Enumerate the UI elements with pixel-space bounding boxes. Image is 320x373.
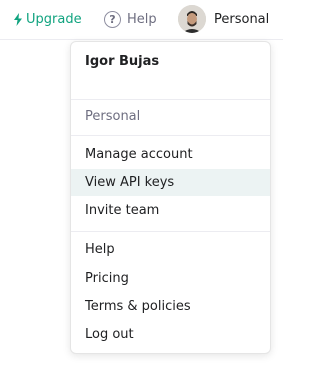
menu-item-label: Log out: [85, 327, 134, 342]
account-dropdown-menu: Igor Bujas Personal Manage account View …: [70, 41, 271, 354]
menu-item-terms-policies[interactable]: Terms & policies: [71, 293, 270, 320]
top-navigation-bar: Upgrade ? Help Personal: [0, 0, 283, 40]
menu-item-pricing[interactable]: Pricing: [71, 265, 270, 292]
upgrade-link[interactable]: Upgrade: [13, 10, 82, 28]
user-name: Igor Bujas: [85, 54, 160, 69]
menu-item-log-out[interactable]: Log out: [71, 321, 270, 348]
avatar: [178, 5, 206, 33]
menu-item-label: Terms & policies: [85, 299, 191, 314]
help-label: Help: [127, 11, 157, 27]
organization-name: Personal: [85, 109, 141, 124]
menu-item-label: View API keys: [85, 175, 175, 190]
menu-item-label: Manage account: [85, 147, 193, 162]
question-circle-icon: ?: [104, 10, 121, 28]
lightning-bolt-icon: [14, 12, 22, 26]
account-menu-button[interactable]: Personal: [178, 5, 269, 33]
help-link[interactable]: ? Help: [104, 10, 157, 28]
menu-item-label: Invite team: [85, 203, 160, 218]
account-label: Personal: [214, 11, 270, 27]
menu-divider: [71, 231, 270, 232]
upgrade-label: Upgrade: [26, 11, 82, 27]
menu-divider: [71, 135, 270, 136]
menu-item-label: Help: [85, 242, 115, 257]
menu-item-label: Pricing: [85, 271, 129, 286]
menu-item-manage-account[interactable]: Manage account: [71, 141, 270, 168]
menu-item-invite-team[interactable]: Invite team: [71, 197, 270, 224]
menu-item-help[interactable]: Help: [71, 236, 270, 263]
menu-divider: [71, 99, 270, 100]
menu-item-view-api-keys[interactable]: View API keys: [71, 169, 270, 196]
